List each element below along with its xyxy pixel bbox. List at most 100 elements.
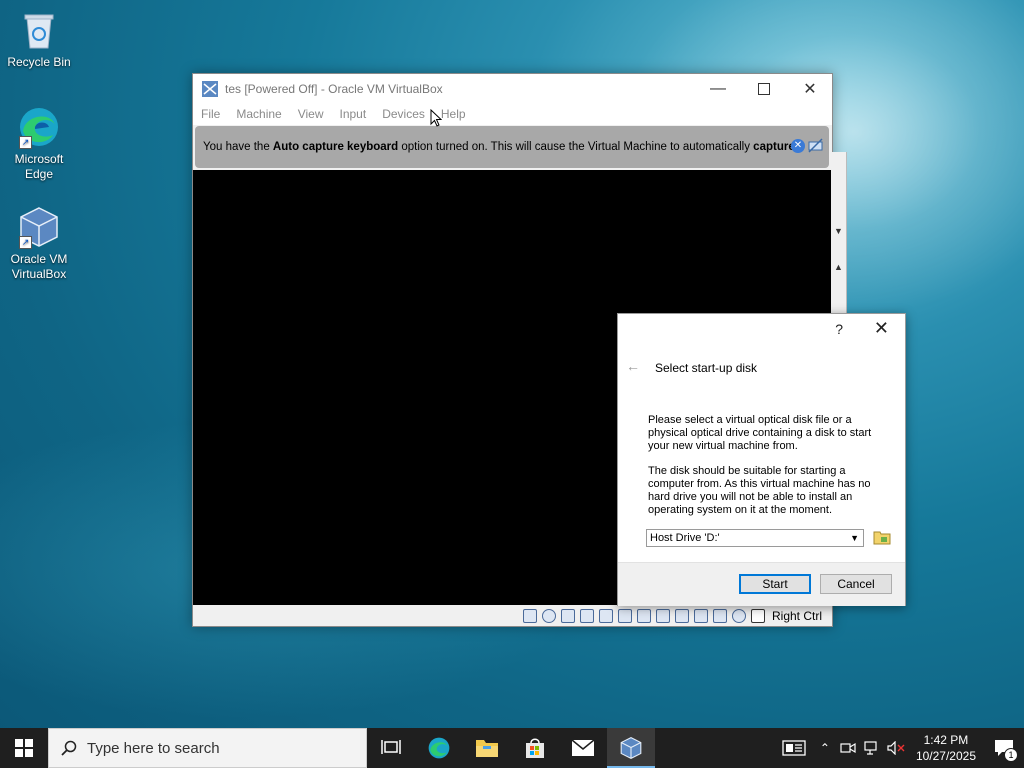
- choose-disk-folder-button[interactable]: [873, 529, 891, 545]
- help-button[interactable]: ?: [835, 321, 843, 337]
- notification-badge: 1: [1004, 748, 1018, 762]
- search-icon: [61, 740, 77, 756]
- host-key-label: Right Ctrl: [771, 608, 822, 623]
- menu-input[interactable]: Input: [340, 107, 367, 121]
- menu-help[interactable]: Help: [441, 107, 466, 121]
- shared-folders-icon[interactable]: [636, 608, 651, 623]
- dialog-close-button[interactable]: ✕: [874, 318, 889, 339]
- volume-muted-icon: [887, 741, 905, 755]
- back-arrow-icon[interactable]: ←: [626, 358, 640, 374]
- clock-date: 10/27/2025: [915, 749, 976, 763]
- select-startup-disk-dialog: ? ✕ ← Select start-up disk Please select…: [617, 313, 906, 606]
- chevron-up-icon: ⌃: [819, 741, 830, 755]
- notice-text-2: option turned on. This will cause the Vi…: [398, 141, 754, 153]
- notice-disable-icon[interactable]: [808, 138, 823, 153]
- desktop-icon-virtualbox[interactable]: ↗ Oracle VM VirtualBox: [4, 205, 74, 282]
- shortcut-arrow-icon: ↗: [19, 236, 32, 249]
- status-bar: Right Ctrl: [193, 605, 832, 626]
- cancel-button[interactable]: Cancel: [820, 574, 892, 594]
- camera-icon: [840, 742, 856, 754]
- auto-capture-notice: You have the Auto capture keyboard optio…: [195, 126, 829, 168]
- desktop-icon-recycle-bin[interactable]: Recycle Bin: [4, 8, 74, 70]
- notice-bold-2: capture: [753, 141, 795, 153]
- taskbar-file-explorer-button[interactable]: [463, 728, 511, 768]
- guest-additions-icon[interactable]: [731, 608, 746, 623]
- display-icon[interactable]: [655, 608, 670, 623]
- desktop-icon-label: Microsoft Edge: [14, 152, 64, 181]
- notice-bold-1: Auto capture keyboard: [272, 141, 399, 153]
- startup-disk-value: Host Drive 'D:': [650, 532, 720, 544]
- folder-icon: [476, 740, 498, 757]
- notice-text-1: You have the: [203, 141, 273, 153]
- notice-close-icon[interactable]: ✕: [791, 139, 805, 153]
- virtualbox-icon: [620, 737, 642, 759]
- floppy-icon[interactable]: [560, 608, 575, 623]
- task-view-icon: [381, 740, 401, 754]
- taskbar-store-button[interactable]: [511, 728, 559, 768]
- virtualbox-app-icon: [202, 80, 218, 97]
- mouse-cursor-icon: [430, 109, 442, 127]
- startup-disk-select[interactable]: Host Drive 'D:' ▼: [646, 529, 864, 547]
- edge-icon: ↗: [17, 105, 61, 149]
- optical-drive-icon[interactable]: [541, 608, 556, 623]
- dialog-title: Select start-up disk: [655, 361, 758, 375]
- dialog-description-2: The disk should be suitable for starting…: [648, 465, 871, 516]
- task-view-button[interactable]: [367, 728, 415, 768]
- cpu-icon[interactable]: [693, 608, 708, 623]
- system-tray: ⌃ 1:42 PM 10/27/2025 1: [774, 728, 1024, 768]
- close-button[interactable]: ✕: [787, 74, 833, 103]
- action-center-button[interactable]: 1: [984, 728, 1024, 768]
- maximize-icon: [758, 82, 770, 95]
- tray-volume-icon[interactable]: [884, 728, 908, 768]
- usb-icon[interactable]: [617, 608, 632, 623]
- show-hidden-icons-button[interactable]: ⌃: [814, 728, 836, 768]
- dialog-footer: Start Cancel: [618, 562, 905, 606]
- taskbar-search-box[interactable]: Type here to search: [48, 728, 367, 768]
- edge-icon: [428, 737, 450, 759]
- minimize-button[interactable]: —: [695, 74, 741, 103]
- folder-icon: [873, 531, 891, 545]
- window-title: tes [Powered Off] - Oracle VM VirtualBox: [225, 81, 443, 96]
- chevron-down-icon: ▼: [850, 533, 859, 543]
- store-icon: [526, 738, 544, 758]
- news-widget-button[interactable]: [774, 728, 814, 768]
- start-button[interactable]: Start: [739, 574, 811, 594]
- taskbar-clock[interactable]: 1:42 PM 10/27/2025: [916, 732, 976, 764]
- scroll-down-arrow-icon[interactable]: ▼: [834, 226, 843, 236]
- clock-time: 1:42 PM: [923, 733, 969, 747]
- background-window-scrollbar[interactable]: ▼ ▲: [831, 152, 847, 322]
- network-icon: [864, 741, 877, 755]
- taskbar: Type here to search ⌃ 1:42 PM 10/27/2025…: [0, 728, 1024, 768]
- shortcut-arrow-icon: ↗: [19, 136, 32, 149]
- hard-disk-icon[interactable]: [522, 608, 537, 623]
- taskbar-mail-button[interactable]: [559, 728, 607, 768]
- mail-icon: [571, 739, 595, 756]
- dialog-description-1: Please select a virtual optical disk fil…: [648, 414, 872, 452]
- windows-logo-icon: [15, 739, 33, 757]
- keyboard-capture-icon[interactable]: [750, 608, 765, 623]
- menu-view[interactable]: View: [298, 107, 324, 121]
- desktop-icon-edge[interactable]: ↗ Microsoft Edge: [4, 105, 74, 182]
- menu-bar: File Machine View Input Devices Help: [193, 103, 832, 125]
- tray-meet-icon[interactable]: [836, 728, 860, 768]
- maximize-button[interactable]: [741, 74, 787, 103]
- audio-icon[interactable]: [579, 608, 594, 623]
- desktop-icon-label: Recycle Bin: [7, 55, 71, 69]
- taskbar-edge-button[interactable]: [415, 728, 463, 768]
- search-placeholder: Type here to search: [87, 739, 220, 757]
- news-icon: [782, 740, 806, 756]
- taskbar-virtualbox-button[interactable]: [607, 728, 655, 768]
- recycle-bin-icon: [17, 8, 61, 52]
- mouse-integration-icon[interactable]: [712, 608, 727, 623]
- tray-network-icon[interactable]: [860, 728, 884, 768]
- scroll-up-arrow-icon[interactable]: ▲: [834, 262, 843, 272]
- network-icon[interactable]: [598, 608, 613, 623]
- desktop-icon-label: Oracle VM VirtualBox: [10, 252, 68, 281]
- menu-devices[interactable]: Devices: [382, 107, 425, 121]
- recording-icon[interactable]: [674, 608, 689, 623]
- virtualbox-icon: ↗: [17, 205, 61, 249]
- menu-file[interactable]: File: [201, 107, 220, 121]
- window-titlebar[interactable]: tes [Powered Off] - Oracle VM VirtualBox…: [193, 74, 832, 103]
- menu-machine[interactable]: Machine: [236, 107, 281, 121]
- start-button[interactable]: [0, 728, 48, 768]
